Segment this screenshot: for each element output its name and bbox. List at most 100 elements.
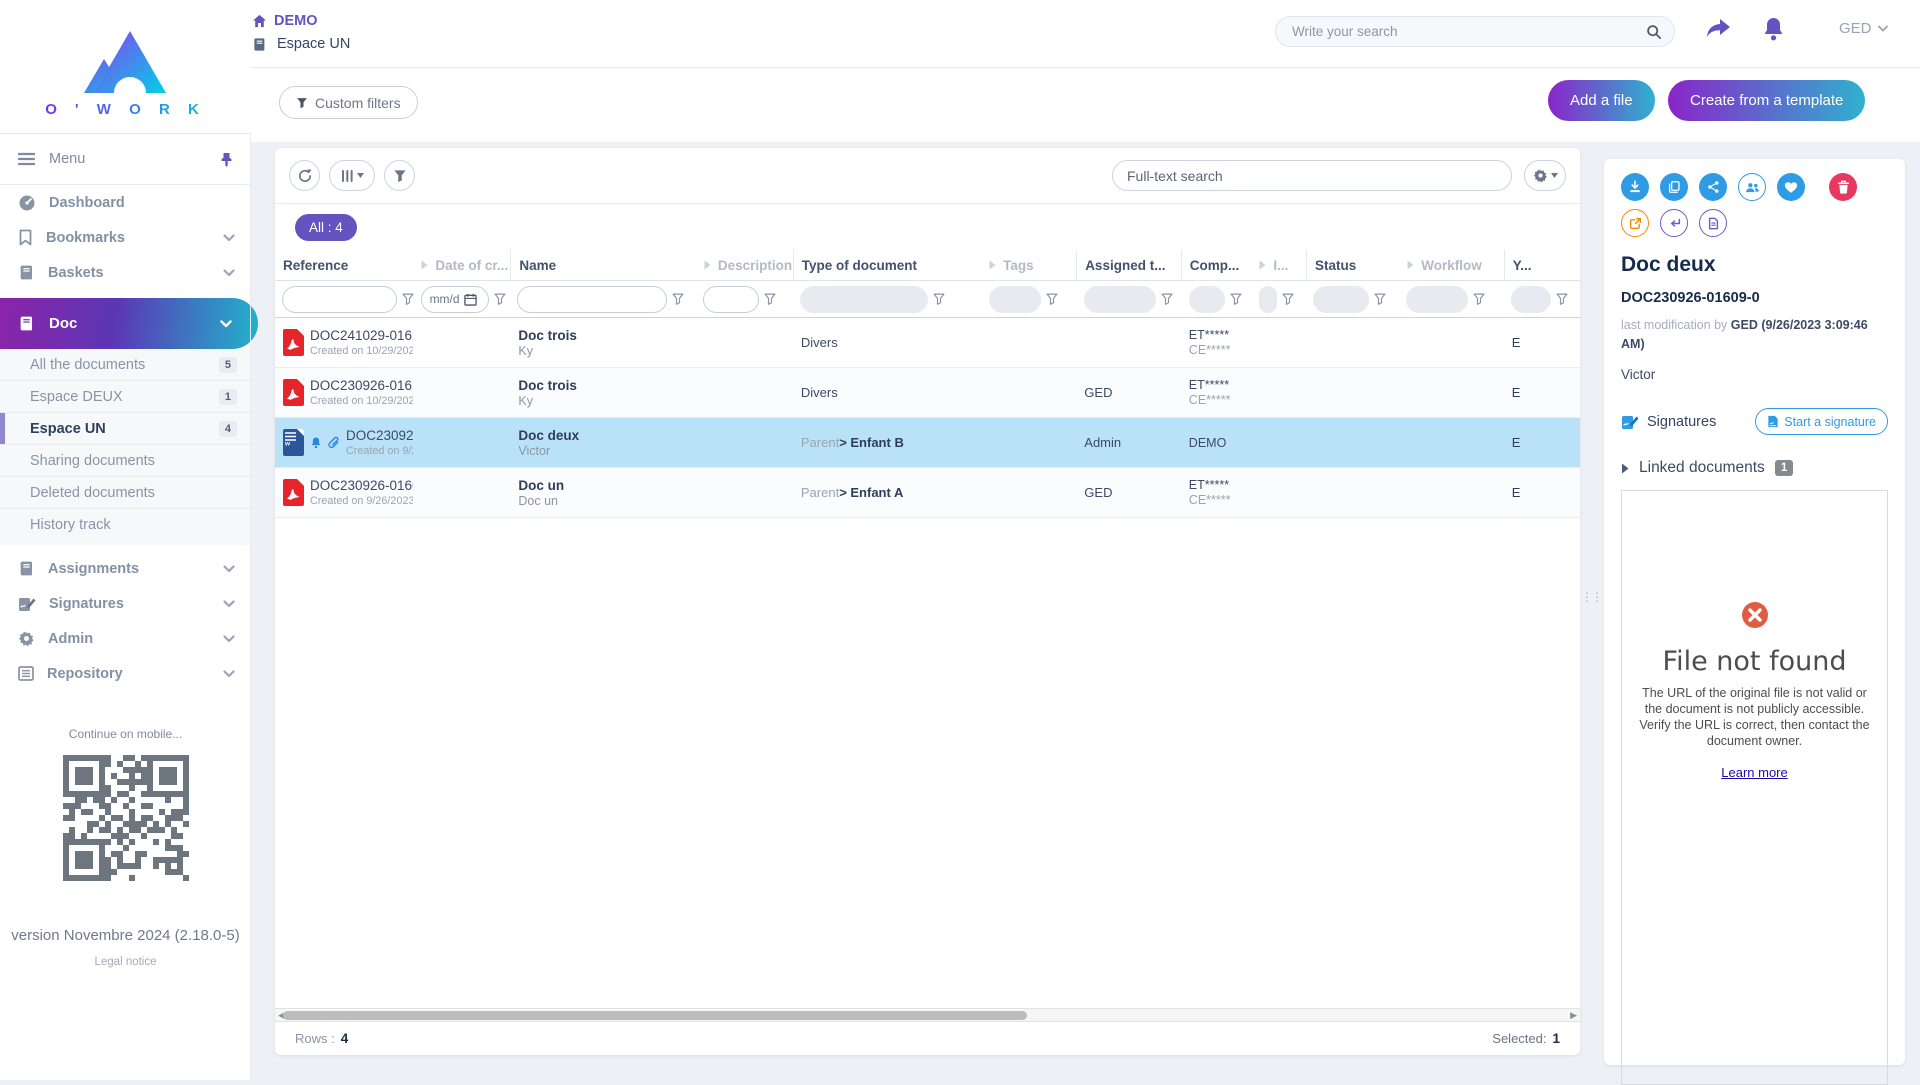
- columns-button[interactable]: [329, 160, 375, 191]
- filter-funnel-icon[interactable]: [1161, 293, 1173, 305]
- doc-subitem-deleted-documents[interactable]: Deleted documents: [0, 477, 251, 509]
- sidebar-item-assignments[interactable]: Assignments: [0, 551, 251, 586]
- learn-more-link[interactable]: Learn more: [1721, 765, 1787, 780]
- signature-icon: [18, 596, 36, 612]
- copy-button[interactable]: [1660, 173, 1688, 201]
- horizontal-scrollbar[interactable]: ◀ ▶: [275, 1008, 1580, 1022]
- doc-subitem-all-the-documents[interactable]: All the documents5: [0, 349, 251, 381]
- menu-toggle[interactable]: Menu: [0, 133, 251, 185]
- filter-input[interactable]: [517, 286, 667, 313]
- column-header-type-of-document[interactable]: Type of document: [793, 250, 981, 280]
- column-resize-caret-icon: [1407, 260, 1414, 270]
- assign-users-button[interactable]: [1738, 173, 1766, 201]
- column-header-description[interactable]: Description: [696, 250, 793, 280]
- filter-funnel-icon[interactable]: [1230, 293, 1242, 305]
- linked-documents-toggle[interactable]: Linked documents 1: [1621, 459, 1888, 477]
- pdf-file-icon: [283, 379, 304, 406]
- column-header-name[interactable]: Name: [510, 250, 696, 280]
- search-icon[interactable]: [1646, 24, 1662, 40]
- filter-funnel-icon[interactable]: [1046, 293, 1058, 305]
- scroll-right-arrow[interactable]: ▶: [1570, 1010, 1577, 1021]
- global-search-input[interactable]: [1292, 24, 1646, 39]
- table-row[interactable]: DOC230926-01608-0Created on 9/26/2023 3:…: [275, 468, 1580, 518]
- download-button[interactable]: [1621, 173, 1649, 201]
- doc-subitem-espace-deux[interactable]: Espace DEUX1: [0, 381, 251, 413]
- fulltext-search-input[interactable]: [1127, 168, 1497, 184]
- date-filter-input[interactable]: mm/d: [421, 286, 489, 313]
- chevron-down-icon: [223, 670, 235, 678]
- sidebar-item-admin[interactable]: Admin: [0, 621, 251, 656]
- column-header-i-[interactable]: I...: [1251, 250, 1306, 280]
- doc-subitem-espace-un[interactable]: Espace UN4: [0, 413, 251, 445]
- filters-button[interactable]: [384, 160, 415, 191]
- all-count-badge[interactable]: All : 4: [295, 214, 357, 241]
- filter-funnel-icon[interactable]: [1473, 293, 1485, 305]
- favorite-heart-button[interactable]: [1777, 173, 1805, 201]
- create-from-template-button[interactable]: Create from a template: [1668, 80, 1865, 121]
- column-header-date-of-cr-[interactable]: Date of cr...: [413, 250, 510, 280]
- column-header-status[interactable]: Status: [1306, 250, 1399, 280]
- content-area: All : 4 ReferenceDate of cr...Name Descri…: [251, 142, 1920, 1080]
- custom-filters-button[interactable]: Custom filters: [279, 86, 418, 119]
- return-button[interactable]: [1660, 209, 1688, 237]
- selected-count-label: Selected:: [1492, 1031, 1546, 1046]
- doc-subitem-label: History track: [30, 517, 111, 533]
- filter-funnel-icon[interactable]: [672, 293, 684, 305]
- filter-input[interactable]: [282, 286, 397, 313]
- reference-content: DOC241029-01627-0Created on 10/29/2024 1…: [283, 328, 413, 357]
- share-forward-icon[interactable]: [1704, 16, 1732, 42]
- breadcrumb-root[interactable]: DEMO: [252, 13, 318, 29]
- sidebar-item-bookmarks[interactable]: Bookmarks: [0, 220, 251, 255]
- column-header-comp-[interactable]: Comp...: [1181, 250, 1252, 280]
- user-menu[interactable]: GED: [1839, 20, 1888, 37]
- sidebar-item-signatures[interactable]: Signatures: [0, 586, 251, 621]
- filter-funnel-icon[interactable]: [494, 293, 506, 305]
- logo-mountain-icon: [78, 21, 174, 99]
- delete-trash-button[interactable]: [1829, 173, 1857, 201]
- filter-funnel-icon[interactable]: [1556, 293, 1568, 305]
- filter-funnel-icon[interactable]: [933, 293, 945, 305]
- filter-cell: [1077, 286, 1181, 313]
- pin-icon[interactable]: [220, 152, 233, 167]
- doc-subitem-history-track[interactable]: History track: [0, 509, 251, 541]
- table-row[interactable]: DOC241029-01627-0Created on 10/29/2024 1…: [275, 318, 1580, 368]
- start-signature-button[interactable]: Start a signature: [1755, 408, 1888, 435]
- sidebar-item-doc[interactable]: Doc: [0, 298, 258, 349]
- scrollbar-thumb[interactable]: [283, 1011, 1027, 1020]
- legal-notice-link[interactable]: Legal notice: [0, 956, 251, 968]
- filter-funnel-icon[interactable]: [1374, 293, 1386, 305]
- column-header-y-[interactable]: Y...: [1504, 250, 1580, 280]
- column-header-workflow[interactable]: Workflow: [1399, 250, 1503, 280]
- table-settings-button[interactable]: [1524, 160, 1566, 191]
- filter-input[interactable]: [703, 286, 759, 313]
- open-external-button[interactable]: [1621, 209, 1649, 237]
- column-header-tags[interactable]: Tags: [981, 250, 1076, 280]
- add-a-file-button[interactable]: Add a file: [1548, 80, 1655, 121]
- name-subtitle: Ky: [518, 344, 577, 358]
- filter-funnel-icon[interactable]: [1282, 293, 1294, 305]
- reference-value: DOC230926-01608-0: [310, 478, 413, 493]
- bell-icon: [310, 436, 322, 450]
- notifications-bell-icon[interactable]: [1761, 16, 1786, 43]
- column-header-label: Description: [718, 258, 792, 273]
- sidebar-item-baskets[interactable]: Baskets: [0, 255, 251, 290]
- document-file-button[interactable]: [1699, 209, 1727, 237]
- filter-funnel-icon[interactable]: [764, 293, 776, 305]
- reference-value: DOC230926-01609-0: [346, 428, 413, 443]
- doc-subitem-label: Espace UN: [30, 421, 106, 437]
- chevron-down-icon: [1878, 25, 1888, 32]
- created-date: Created on 10/29/2024 10:24:21 PM: [310, 345, 413, 357]
- sidebar-item-repository[interactable]: Repository: [0, 656, 251, 691]
- sidebar-item-dashboard[interactable]: Dashboard: [0, 185, 251, 220]
- column-header-assigned-t-[interactable]: Assigned t...: [1076, 250, 1181, 280]
- doc-subitem-sharing-documents[interactable]: Sharing documents: [0, 445, 251, 477]
- refresh-button[interactable]: [289, 160, 320, 191]
- table-row[interactable]: wDOC230926-01609-0Created on 9/26/2023 3…: [275, 418, 1580, 468]
- empty-cell: [1399, 318, 1504, 367]
- share-button[interactable]: [1699, 173, 1727, 201]
- column-header-reference[interactable]: Reference: [275, 250, 413, 280]
- paperclip-icon: [328, 436, 340, 450]
- table-row[interactable]: DOC230926-01610-3Created on 10/29/2024 1…: [275, 368, 1580, 418]
- filter-funnel-icon[interactable]: [402, 293, 414, 305]
- panel-resize-handle[interactable]: ⋮⋮: [1581, 590, 1601, 604]
